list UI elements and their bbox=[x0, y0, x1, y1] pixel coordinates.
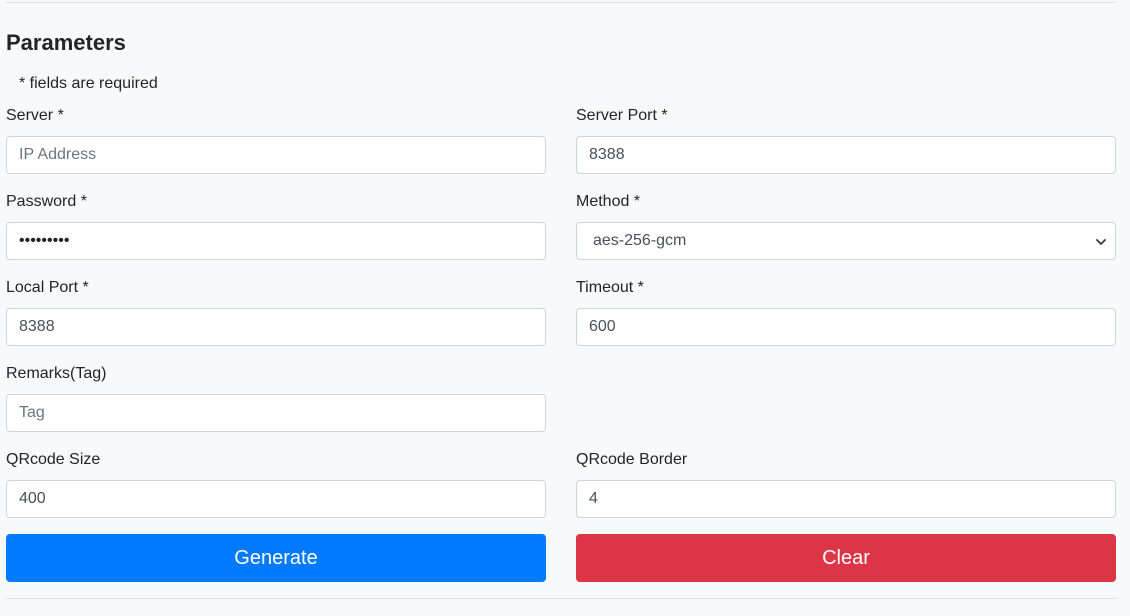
qrcode-border-input[interactable] bbox=[576, 480, 1116, 518]
method-label: Method * bbox=[576, 193, 641, 210]
qrcode-size-input[interactable] bbox=[6, 480, 546, 518]
server-input[interactable] bbox=[6, 136, 546, 174]
password-label: Password * bbox=[6, 193, 87, 210]
server-label: Server * bbox=[6, 107, 64, 124]
clear-button[interactable]: Clear bbox=[576, 534, 1116, 582]
remarks-input[interactable] bbox=[6, 394, 546, 432]
local-port-input[interactable] bbox=[6, 308, 546, 346]
top-divider bbox=[6, 2, 1116, 3]
timeout-label: Timeout * bbox=[576, 279, 644, 296]
password-input[interactable] bbox=[6, 222, 546, 260]
bottom-divider bbox=[6, 598, 1116, 599]
server-port-input[interactable] bbox=[576, 136, 1116, 174]
method-selected-value: aes-256-gcm bbox=[593, 232, 687, 249]
generate-button[interactable]: Generate bbox=[6, 534, 546, 582]
qrcode-border-label: QRcode Border bbox=[576, 451, 688, 468]
local-port-label: Local Port * bbox=[6, 279, 89, 296]
timeout-input[interactable] bbox=[576, 308, 1116, 346]
parameters-form-page: Parameters * fields are required Server … bbox=[0, 0, 1130, 616]
chevron-down-icon bbox=[1095, 235, 1107, 247]
server-port-label: Server Port * bbox=[576, 107, 668, 124]
method-select[interactable]: aes-256-gcm bbox=[576, 222, 1116, 260]
required-fields-note: * fields are required bbox=[19, 75, 158, 92]
remarks-label: Remarks(Tag) bbox=[6, 365, 107, 382]
section-title: Parameters bbox=[6, 30, 126, 55]
qrcode-size-label: QRcode Size bbox=[6, 451, 101, 468]
